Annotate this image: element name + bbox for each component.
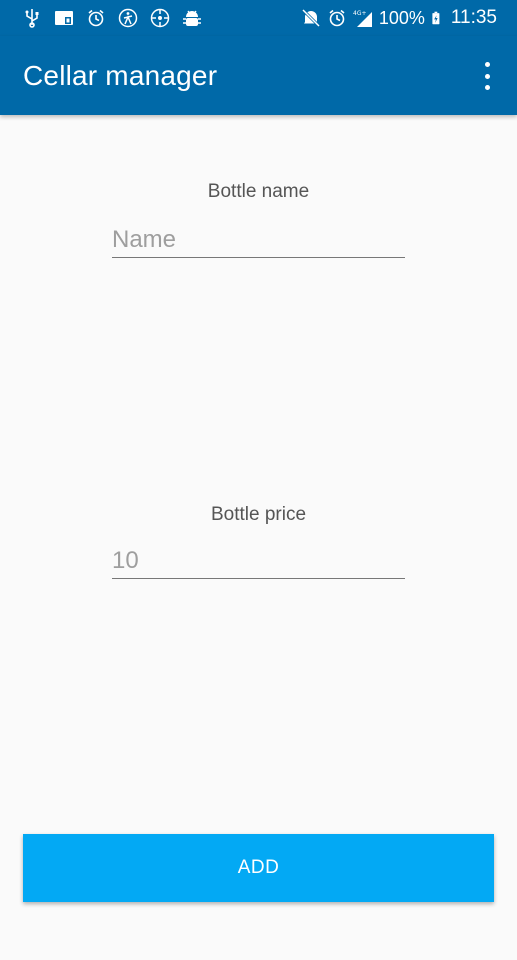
app-title: Cellar manager	[23, 60, 218, 91]
android-debug-icon	[183, 10, 201, 26]
overflow-menu-icon[interactable]	[479, 62, 495, 90]
gps-icon	[150, 8, 170, 28]
bottle-price-input[interactable]	[112, 543, 405, 579]
bottle-name-input[interactable]	[112, 222, 405, 258]
app-bar: Cellar manager	[0, 36, 517, 115]
alarm-icon	[88, 9, 104, 27]
usb-icon	[25, 9, 39, 28]
bottle-price-label: Bottle price	[210, 504, 307, 525]
status-bar-clock: 11:35	[450, 7, 497, 28]
signal-4g-icon: 4G+	[353, 10, 372, 27]
svg-text:4G+: 4G+	[353, 10, 367, 17]
menu-dot	[484, 73, 490, 79]
menu-dot	[484, 85, 490, 90]
status-bar-system-icons: 4G+ 100% 11:35	[301, 6, 497, 30]
status-bar: 4G+ 100% 11:35	[0, 0, 517, 36]
add-button[interactable]: ADD	[23, 834, 494, 902]
battery-charging-icon	[432, 11, 440, 25]
menu-dot	[484, 62, 490, 67]
accessibility-icon	[118, 8, 138, 28]
mute-icon	[301, 8, 320, 28]
screen-cast-icon	[55, 11, 73, 25]
battery-percentage: 100%	[378, 8, 425, 28]
bottle-name-label: Bottle name	[207, 181, 310, 202]
alarm-icon	[329, 9, 345, 27]
status-bar-notification-icons	[22, 8, 202, 28]
